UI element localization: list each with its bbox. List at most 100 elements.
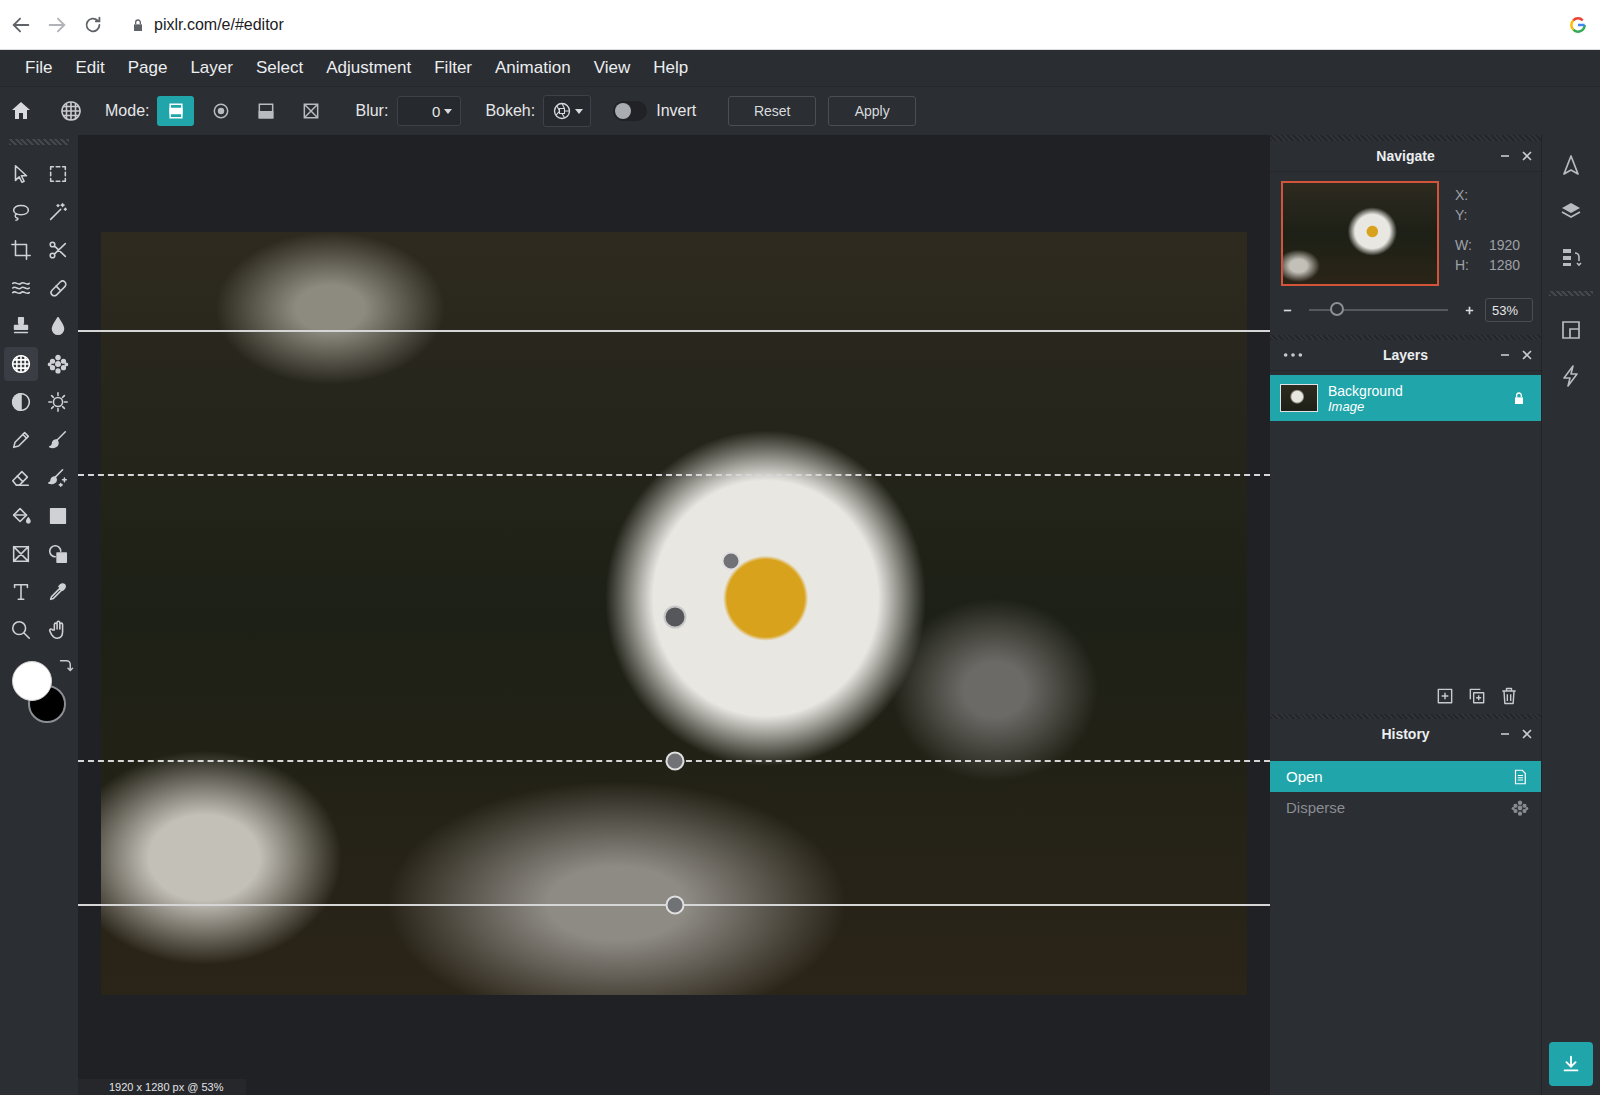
tool-button[interactable] [4, 537, 38, 571]
tool-options-bar: Mode:Blur:0Bokeh:InvertResetApply [0, 86, 1600, 135]
tool-button[interactable] [4, 233, 38, 267]
navigate-icon[interactable] [1559, 153, 1583, 177]
layer-name: Background [1328, 383, 1501, 399]
tool-button[interactable] [41, 575, 75, 609]
zoom-icon [10, 619, 32, 641]
expand-panel-icon[interactable] [1559, 318, 1583, 342]
duplicate-layer-icon[interactable] [1467, 686, 1487, 706]
tool-button[interactable] [4, 385, 38, 419]
history-item[interactable]: Open [1270, 761, 1541, 792]
color-swatches [4, 661, 74, 727]
invert-label: Invert [656, 102, 696, 120]
menu-item[interactable]: View [594, 58, 631, 78]
tool-button[interactable] [4, 309, 38, 343]
tool-button[interactable] [41, 195, 75, 229]
rotate-handle[interactable] [722, 552, 741, 571]
reload-icon[interactable] [82, 14, 104, 36]
invert-toggle[interactable] [613, 101, 647, 121]
mode-button[interactable] [202, 96, 239, 126]
tool-button[interactable] [4, 157, 38, 191]
menu-item[interactable]: Select [256, 58, 303, 78]
pixlr-editor: pixlr.com/e/#editor File Edit Page Layer Sele… [0, 0, 1600, 1095]
tool-button[interactable] [41, 309, 75, 343]
tool-button[interactable] [41, 271, 75, 305]
outer-handle[interactable] [666, 896, 685, 915]
tool-button[interactable] [4, 347, 38, 381]
caret-down-icon [444, 109, 452, 114]
tool-button[interactable] [4, 423, 38, 457]
zoom-slider-knob[interactable] [1330, 302, 1344, 316]
menu-item[interactable]: Filter [434, 58, 472, 78]
add-layer-icon[interactable] [1435, 686, 1455, 706]
tool-button[interactable] [41, 347, 75, 381]
status-bar: 1920 x 1280 px @ 53% [78, 1079, 246, 1095]
minimize-icon[interactable] [1499, 728, 1511, 740]
minimize-icon[interactable] [1499, 150, 1511, 162]
toolbar-grip[interactable] [9, 139, 69, 145]
download-button[interactable] [1549, 1042, 1593, 1086]
history-item[interactable]: Disperse [1270, 792, 1541, 823]
bokeh-dropdown[interactable] [543, 95, 591, 127]
menu-item[interactable]: Page [128, 58, 168, 78]
history-label: Disperse [1286, 799, 1345, 816]
tool-button[interactable] [4, 499, 38, 533]
zoom-out-icon[interactable] [1282, 305, 1293, 316]
tool-button[interactable] [4, 195, 38, 229]
home-icon[interactable] [9, 99, 33, 123]
inner-handle[interactable] [666, 752, 685, 771]
more-options-icon[interactable] [1282, 351, 1304, 359]
focus-inner-guide[interactable] [78, 474, 1270, 476]
tool-button[interactable] [41, 537, 75, 571]
tool-button[interactable] [41, 385, 75, 419]
mode-group [157, 96, 329, 126]
tool-button[interactable] [4, 575, 38, 609]
blur-dropdown[interactable]: 0 [397, 96, 461, 126]
menu-item[interactable]: Animation [495, 58, 571, 78]
mode-button[interactable] [292, 96, 329, 126]
minimize-icon[interactable] [1499, 349, 1511, 361]
caret-down-icon [575, 109, 583, 114]
zoom-in-icon[interactable] [1464, 305, 1475, 316]
option-button[interactable]: Reset [728, 96, 816, 126]
tool-button[interactable] [4, 271, 38, 305]
delete-layer-icon[interactable] [1499, 686, 1519, 706]
forward-arrow-icon[interactable] [46, 14, 68, 36]
mode-button[interactable] [247, 96, 284, 126]
focus-outer-guide[interactable] [78, 330, 1270, 332]
menu-item[interactable]: File [25, 58, 52, 78]
tool-button[interactable] [41, 423, 75, 457]
tool-button[interactable] [41, 613, 75, 647]
zoom-input[interactable]: 53% [1485, 298, 1533, 322]
menu-item[interactable]: Adjustment [326, 58, 411, 78]
mode-button[interactable] [157, 96, 194, 126]
option-button[interactable]: Apply [828, 96, 916, 126]
layers-icon[interactable] [1559, 199, 1583, 223]
cutout-icon [47, 239, 69, 261]
navigate-thumbnail[interactable] [1281, 181, 1439, 286]
close-icon[interactable] [1521, 728, 1533, 740]
zoom-slider[interactable] [1309, 309, 1448, 311]
menu-item[interactable]: Help [653, 58, 688, 78]
lock-icon[interactable] [1511, 390, 1527, 406]
history-icon[interactable] [1559, 245, 1583, 269]
close-icon[interactable] [1521, 349, 1533, 361]
back-arrow-icon[interactable] [10, 14, 32, 36]
lightning-icon[interactable] [1559, 364, 1583, 388]
tool-button[interactable] [4, 461, 38, 495]
primary-color-swatch[interactable] [12, 661, 52, 701]
menu-item[interactable]: Edit [75, 58, 104, 78]
layer-row[interactable]: BackgroundImage [1270, 375, 1541, 421]
center-handle[interactable] [664, 606, 687, 629]
tool-button[interactable] [41, 499, 75, 533]
swap-colors-icon[interactable] [56, 657, 74, 675]
tool-button[interactable] [41, 461, 75, 495]
google-logo-icon[interactable] [1568, 15, 1588, 35]
tool-button[interactable] [41, 157, 75, 191]
tool-button[interactable] [4, 613, 38, 647]
menu-item[interactable]: Layer [190, 58, 233, 78]
close-icon[interactable] [1521, 150, 1533, 162]
tool-grid [3, 155, 76, 649]
sponge-icon [47, 391, 69, 413]
tool-button[interactable] [41, 233, 75, 267]
address-bar[interactable]: pixlr.com/e/#editor [130, 16, 1554, 34]
